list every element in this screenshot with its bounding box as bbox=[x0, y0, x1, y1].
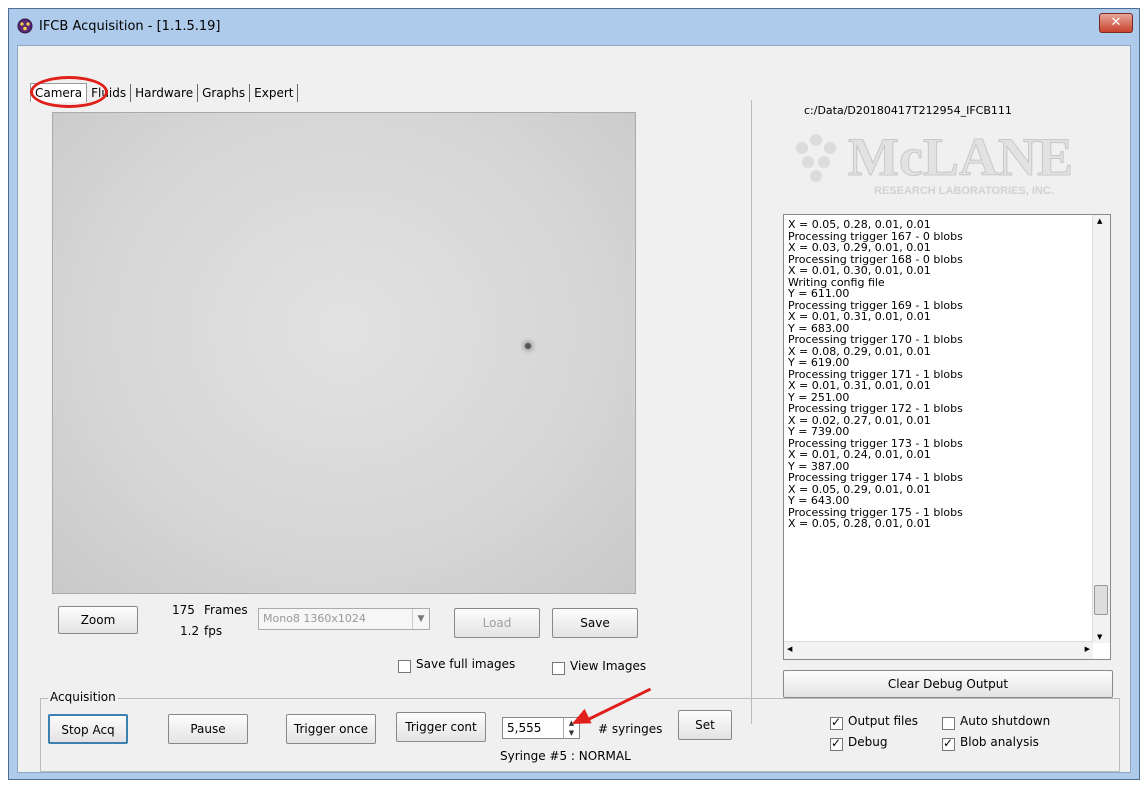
syringes-stepper[interactable]: 5,555 ▲ ▼ bbox=[502, 717, 580, 739]
tab-hardware[interactable]: Hardware bbox=[131, 84, 199, 102]
debug-output[interactable]: X = 0.05, 0.28, 0.01, 0.01 Processing tri… bbox=[783, 214, 1111, 660]
fps-label: fps bbox=[204, 624, 223, 638]
set-button[interactable]: Set bbox=[678, 710, 732, 740]
debug-line: X = 0.01, 0.31, 0.01, 0.01 bbox=[788, 310, 931, 323]
chevron-down-icon[interactable]: ▼ bbox=[412, 609, 429, 629]
debug-line: X = 0.01, 0.30, 0.01, 0.01 bbox=[788, 264, 931, 277]
mclane-logo: McLANE RESEARCH LABORATORIES, INC. bbox=[796, 127, 1073, 197]
logo-main-text: McLANE bbox=[848, 127, 1073, 187]
debug-line: X = 0.03, 0.29, 0.01, 0.01 bbox=[788, 241, 931, 254]
debug-line: X = 0.05, 0.28, 0.01, 0.01 bbox=[788, 517, 931, 530]
syringes-label: # syringes bbox=[598, 722, 663, 736]
scroll-down-icon[interactable]: ▼ bbox=[1097, 633, 1102, 641]
debug-line: Y = 619.00 bbox=[788, 356, 850, 369]
acquisition-group-title: Acquisition bbox=[48, 690, 118, 704]
panel-divider bbox=[751, 100, 752, 724]
blob-analysis-checkbox[interactable] bbox=[942, 736, 955, 751]
client-area: Camera Fluids Hardware Graphs Expert Zoom 17… bbox=[17, 45, 1131, 773]
debug-line: Y = 739.00 bbox=[788, 425, 850, 438]
debug-line: Processing trigger 174 - 1 blobs bbox=[788, 471, 963, 484]
debug-vertical-scrollbar[interactable]: ▲ ▼ bbox=[1092, 215, 1110, 643]
title-bar: IFCB Acquisition - [1.1.5.19] ✕ bbox=[9, 9, 1139, 45]
debug-line: Y = 643.00 bbox=[788, 494, 850, 507]
auto-shutdown-checkbox[interactable] bbox=[942, 717, 955, 730]
auto-shutdown-label: Auto shutdown bbox=[960, 714, 1051, 728]
tab-graphs[interactable]: Graphs bbox=[198, 84, 251, 102]
frames-count: 175 bbox=[172, 603, 195, 617]
syringes-value: 5,555 bbox=[507, 721, 542, 735]
debug-horizontal-scrollbar[interactable]: ◀ ▶ bbox=[784, 641, 1093, 659]
clear-debug-output-button[interactable]: Clear Debug Output bbox=[783, 670, 1113, 698]
debug-line: X = 0.01, 0.31, 0.01, 0.01 bbox=[788, 379, 931, 392]
syringe-status: Syringe #5 : NORMAL bbox=[500, 749, 631, 763]
output-files-label: Output files bbox=[848, 714, 919, 728]
scroll-thumb[interactable] bbox=[1094, 585, 1108, 615]
view-images-checkbox[interactable] bbox=[552, 662, 565, 675]
debug-checkbox[interactable] bbox=[830, 736, 843, 751]
debug-line: Processing trigger 170 - 1 blobs bbox=[788, 333, 963, 346]
scroll-left-icon[interactable]: ◀ bbox=[787, 645, 792, 653]
logo-sub-text: RESEARCH LABORATORIES, INC. bbox=[874, 185, 1054, 197]
tab-expert[interactable]: Expert bbox=[250, 84, 299, 102]
close-button[interactable]: ✕ bbox=[1099, 13, 1133, 33]
camera-tab-highlight-circle bbox=[30, 76, 108, 108]
trigger-cont-button[interactable]: Trigger cont bbox=[396, 712, 486, 742]
scroll-up-icon[interactable]: ▲ bbox=[1097, 217, 1102, 225]
debug-line: X = 0.01, 0.24, 0.01, 0.01 bbox=[788, 448, 931, 461]
view-images-label: View Images bbox=[570, 659, 647, 673]
app-logo-icon bbox=[17, 18, 33, 34]
format-select-value: Mono8 1360x1024 bbox=[263, 612, 366, 625]
load-button[interactable]: Load bbox=[454, 608, 540, 638]
output-files-checkbox[interactable] bbox=[830, 715, 843, 730]
debug-output-text: X = 0.05, 0.28, 0.01, 0.01 Processing tri… bbox=[788, 219, 963, 530]
debug-line: X = 0.05, 0.28, 0.01, 0.01 bbox=[788, 218, 931, 231]
fps-value: 1.2 bbox=[180, 624, 200, 638]
format-select[interactable]: Mono8 1360x1024 ▼ bbox=[258, 608, 430, 630]
scroll-right-icon[interactable]: ▶ bbox=[1085, 645, 1090, 653]
debug-line: Y = 611.00 bbox=[788, 287, 850, 300]
camera-view bbox=[52, 112, 636, 594]
debug-label: Debug bbox=[848, 735, 888, 749]
particle-blob bbox=[525, 343, 531, 349]
pause-button[interactable]: Pause bbox=[168, 714, 248, 744]
zoom-button[interactable]: Zoom bbox=[58, 606, 138, 634]
save-full-images-checkbox[interactable] bbox=[398, 660, 411, 673]
frames-label: Frames bbox=[204, 603, 248, 617]
window-title: IFCB Acquisition - [1.1.5.19] bbox=[39, 19, 221, 34]
app-window: IFCB Acquisition - [1.1.5.19] ✕ Camera Fl… bbox=[8, 8, 1140, 780]
trigger-once-button[interactable]: Trigger once bbox=[286, 714, 376, 744]
blob-analysis-label: Blob analysis bbox=[960, 735, 1039, 749]
data-path: c:/Data/D20180417T212954_IFCB111 bbox=[804, 104, 1012, 117]
debug-line: Processing trigger 172 - 1 blobs bbox=[788, 402, 963, 415]
stop-acq-button[interactable]: Stop Acq bbox=[48, 714, 128, 744]
save-full-images-label: Save full images bbox=[416, 657, 516, 671]
save-button[interactable]: Save bbox=[552, 608, 638, 638]
